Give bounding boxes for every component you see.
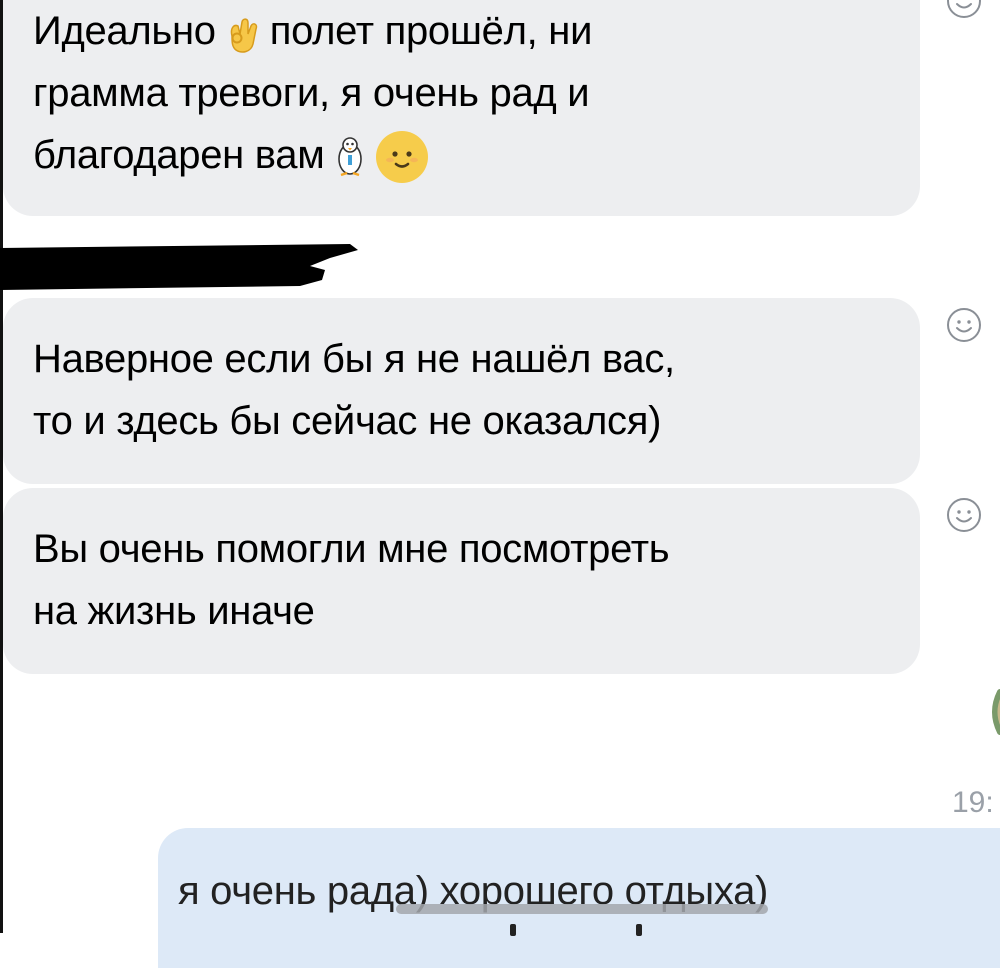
message-line: грамма тревоги, я очень рад и: [33, 71, 590, 115]
message-line: Наверное если бы я не нашёл вас,: [33, 337, 675, 381]
smiley-reaction-icon[interactable]: [945, 0, 983, 20]
ok-hand-icon: [224, 12, 262, 54]
smiley-reaction-icon[interactable]: [945, 496, 983, 534]
message-line: то и здесь бы сейчас не оказался): [33, 399, 662, 443]
message-line: полет прошёл, ни: [269, 9, 593, 53]
message-line: Вы очень помогли мне посмотреть: [33, 527, 670, 571]
incoming-message-text: Наверное если бы я не нашёл вас, то и зд…: [33, 328, 675, 452]
message-timestamp: 19:: [952, 786, 994, 819]
avatar[interactable]: [988, 688, 1000, 736]
smiling-face-icon: [374, 129, 430, 185]
message-line: на жизнь иначе: [33, 589, 315, 633]
smiley-reaction-icon[interactable]: [945, 306, 983, 344]
next-line-text-fragment: [636, 924, 642, 936]
redaction-mark: [0, 236, 360, 296]
scroll-indicator[interactable]: [396, 904, 768, 914]
next-line-text-fragment: [510, 924, 516, 936]
message-line: благодарен вам: [33, 133, 325, 177]
incoming-message-text: Идеально полет прошёл, ни грамма тревоги…: [33, 0, 592, 186]
message-line: Идеально: [33, 9, 216, 53]
penguin-icon: [332, 135, 368, 179]
incoming-message-text: Вы очень помогли мне посмотреть на жизнь…: [33, 518, 670, 642]
